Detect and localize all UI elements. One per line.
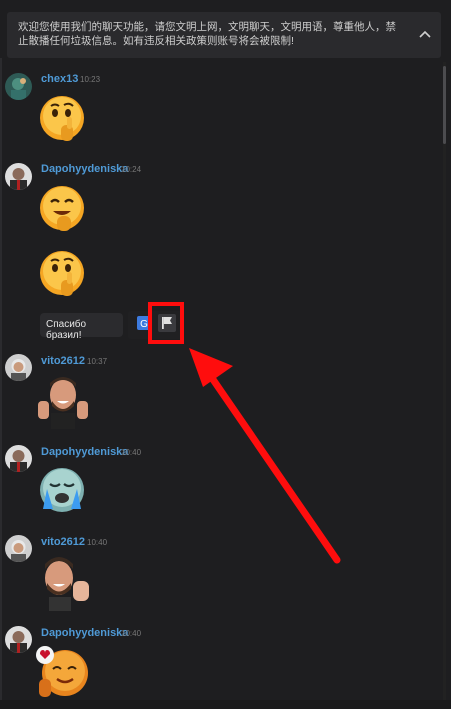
- grinning-face-with-hand-sticker: [40, 186, 84, 231]
- message-username[interactable]: chex13: [41, 73, 78, 85]
- svg-text:G: G: [140, 319, 148, 330]
- avatar[interactable]: [5, 73, 32, 100]
- avatar[interactable]: [5, 535, 32, 562]
- man-thumbs-up-sticker: [38, 377, 88, 429]
- thinking-emoji-sticker: [40, 96, 84, 141]
- man-waving-sticker: [45, 557, 89, 611]
- message-time: 10:40: [121, 448, 142, 457]
- panel-border: [0, 58, 2, 709]
- thinking-emoji-sticker: [40, 251, 84, 296]
- avatar[interactable]: [5, 445, 32, 472]
- crying-face-sticker: [40, 468, 84, 512]
- message-username[interactable]: vito2612: [41, 536, 85, 548]
- scrollbar-thumb[interactable]: [443, 66, 446, 144]
- avatar[interactable]: [5, 626, 32, 653]
- message-username[interactable]: Dapohyydeniska: [41, 446, 128, 458]
- highlight-box: [148, 302, 184, 344]
- scrollbar-track[interactable]: [443, 62, 446, 702]
- message-time: 10:37: [87, 357, 108, 366]
- avatar[interactable]: [5, 354, 32, 381]
- chat-notice-text: 欢迎您使用我们的聊天功能，请您文明上网，文明聊天，文明用语，尊重他人，禁止散播任…: [18, 21, 396, 47]
- chat-notice: 欢迎您使用我们的聊天功能，请您文明上网，文明聊天，文明用语，尊重他人，禁止散播任…: [7, 12, 441, 58]
- panel-footer-strip: [0, 700, 451, 709]
- message-tooltip: Спасибо бразил!: [40, 313, 123, 341]
- message-username[interactable]: vito2612: [41, 355, 85, 367]
- message-time: 10:23: [80, 75, 101, 84]
- message-username[interactable]: Dapohyydeniska: [41, 163, 128, 175]
- tooltip-text: Спасибо бразил!: [46, 319, 87, 341]
- chevron-up-icon[interactable]: [417, 27, 433, 43]
- hugging-heart-face-sticker: [36, 646, 88, 697]
- message-time: 10:24: [121, 165, 142, 174]
- message-username[interactable]: Dapohyydeniska: [41, 627, 128, 639]
- message-time: 10:40: [87, 538, 108, 547]
- message-time: 10:40: [121, 629, 142, 638]
- avatar[interactable]: [5, 163, 32, 190]
